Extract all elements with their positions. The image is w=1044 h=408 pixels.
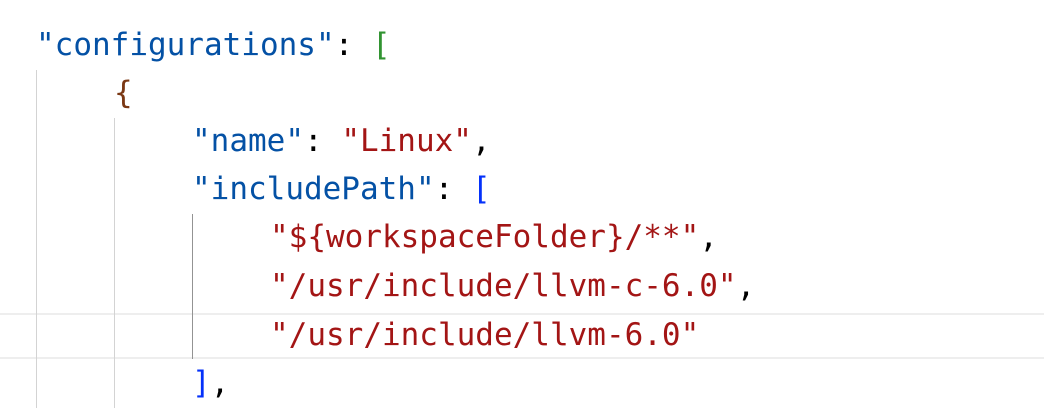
- json-key-configurations: "configurations": [36, 27, 335, 63]
- json-key-name: "name": [192, 123, 304, 159]
- json-string-value: "/usr/include/llvm-c-6.0": [270, 268, 737, 304]
- comma: ,: [471, 123, 491, 159]
- close-bracket: ]: [192, 365, 211, 401]
- code-line-3[interactable]: "name": "Linux",: [192, 117, 491, 165]
- colon: :: [303, 123, 342, 159]
- code-line-1[interactable]: "configurations": [: [36, 21, 391, 69]
- indent-guide-level-1: [36, 70, 37, 408]
- code-line-4[interactable]: "includePath": [: [192, 165, 491, 213]
- json-string-value: "Linux": [341, 123, 472, 159]
- code-line-7[interactable]: "/usr/include/llvm-6.0": [270, 311, 699, 359]
- open-bracket: [: [471, 171, 491, 207]
- code-line-2[interactable]: {: [114, 69, 133, 117]
- json-string-value: "${workspaceFolder}/**": [270, 219, 700, 255]
- open-bracket: [: [371, 27, 391, 63]
- code-editor[interactable]: "configurations": [ { "name": "Linux", "…: [0, 0, 1044, 408]
- indent-guide-level-2: [114, 118, 115, 408]
- comma: ,: [210, 365, 230, 401]
- colon: :: [434, 171, 472, 207]
- json-key-includepath: "includePath": [192, 171, 435, 207]
- json-string-value: "/usr/include/llvm-6.0": [270, 317, 700, 353]
- code-line-8[interactable]: ],: [192, 359, 229, 407]
- code-line-5[interactable]: "${workspaceFolder}/**",: [270, 213, 718, 261]
- indent-guide-level-3-active: [192, 214, 193, 359]
- code-line-6[interactable]: "/usr/include/llvm-c-6.0",: [270, 262, 755, 310]
- comma: ,: [699, 219, 718, 255]
- open-brace: {: [114, 75, 133, 111]
- colon: :: [334, 27, 372, 63]
- comma: ,: [736, 268, 756, 304]
